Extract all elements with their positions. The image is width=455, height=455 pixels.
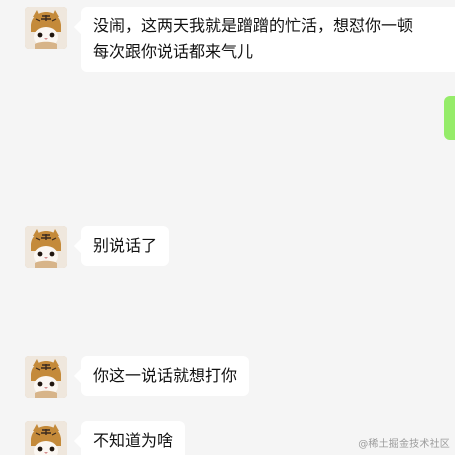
message-bubble[interactable]: 没闹，这两天我就是蹭蹭的忙活，想怼你一顿 每次跟你说话都来气儿 [81,7,455,72]
contact-avatar-icon[interactable] [25,356,67,398]
message-text: 你这一说话就想打你 [93,366,238,385]
outgoing-message-bubble[interactable] [444,96,455,140]
contact-avatar-icon[interactable] [25,421,67,455]
message-bubble[interactable]: 别说话了 [81,226,170,266]
watermark: @稀土掘金技术社区 [358,439,450,450]
message-text: 没闹，这两天我就是蹭蹭的忙活，想怼你一顿 每次跟你说话都来气儿 [93,16,414,61]
message-bubble[interactable]: 你这一说话就想打你 [81,356,250,396]
contact-avatar-icon[interactable] [25,7,67,49]
contact-avatar-icon[interactable] [25,226,67,268]
message-bubble[interactable]: 不知道为啥 [81,421,186,455]
message-text: 别说话了 [93,236,158,255]
chat-window: 没闹，这两天我就是蹭蹭的忙活，想怼你一顿 每次跟你说话都来气儿 别说话了 你这一… [0,0,455,455]
message-text: 不知道为啥 [93,431,174,450]
